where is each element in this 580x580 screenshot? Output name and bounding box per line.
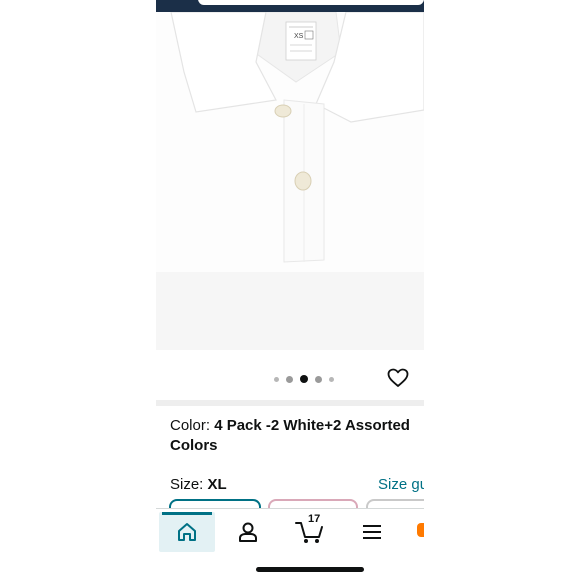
cart-count: 17 (308, 513, 321, 525)
nav-extra-icon[interactable] (417, 523, 424, 537)
carousel-dot[interactable] (329, 376, 334, 382)
account-icon (239, 522, 257, 542)
heart-icon[interactable] (387, 368, 409, 388)
top-header-bar (156, 0, 424, 12)
carousel-controls (156, 350, 424, 400)
color-selection: Color: 4 Pack -2 White+2 Assorted Colors (170, 416, 420, 456)
nav-account[interactable] (228, 513, 268, 551)
carousel-dot[interactable] (286, 375, 293, 383)
size-guide-link[interactable]: Size gu (378, 475, 424, 495)
tag-size-text: XS (294, 33, 304, 40)
carousel-dot[interactable] (315, 375, 322, 383)
carousel-dot-active[interactable] (300, 375, 308, 383)
nav-home[interactable] (159, 512, 215, 552)
size-label: Size: (170, 476, 208, 493)
size-selection: Size: XL (170, 475, 227, 495)
carousel-dot[interactable] (274, 376, 279, 382)
nav-cart[interactable]: 17 (288, 513, 332, 551)
color-label: Color: (170, 417, 215, 434)
size-value: XL (207, 476, 227, 493)
search-bar-edge[interactable] (198, 0, 424, 5)
product-page: XS Color: 4 Pack -2 White+2 Assorted Col… (156, 0, 424, 580)
home-icon (178, 523, 196, 541)
nav-menu[interactable] (352, 513, 392, 551)
section-divider (156, 400, 424, 406)
menu-icon (363, 525, 381, 539)
polo-shirt-image: XS (156, 12, 424, 350)
home-indicator[interactable] (256, 567, 364, 572)
carousel-dots[interactable] (274, 374, 334, 384)
product-image[interactable]: XS (156, 12, 424, 350)
nav-active-indicator (162, 512, 212, 515)
